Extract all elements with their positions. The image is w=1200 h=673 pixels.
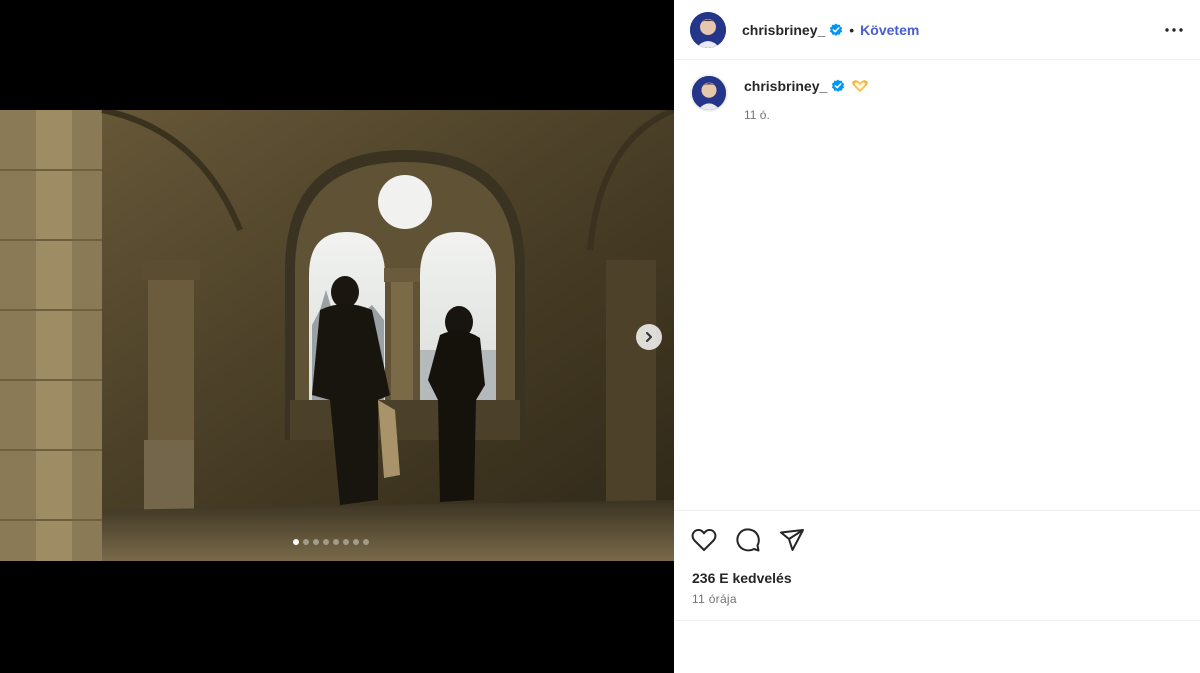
post-details-pane: chrisbriney_ • Követem chrisbriney_ 11 ó… bbox=[674, 0, 1200, 673]
following-button[interactable]: Követem bbox=[860, 22, 919, 38]
avatar-image bbox=[692, 76, 726, 110]
carousel-dot bbox=[323, 539, 329, 545]
carousel-dot bbox=[353, 539, 359, 545]
carousel-dot bbox=[343, 539, 349, 545]
post-header: chrisbriney_ • Követem bbox=[674, 0, 1200, 60]
carousel-dot bbox=[313, 539, 319, 545]
caption-username-link[interactable]: chrisbriney_ bbox=[744, 78, 827, 94]
heart-hands-emoji bbox=[851, 79, 869, 93]
comment-area bbox=[674, 620, 1200, 673]
more-options-icon[interactable] bbox=[1162, 18, 1186, 42]
verified-badge-icon bbox=[829, 23, 843, 37]
carousel-indicator bbox=[293, 539, 369, 545]
share-icon[interactable] bbox=[778, 526, 806, 554]
separator-dot: • bbox=[849, 21, 855, 38]
photo-illustration bbox=[0, 110, 674, 561]
caption-avatar[interactable] bbox=[690, 74, 728, 112]
heart-icon[interactable] bbox=[690, 526, 718, 554]
carousel-dot bbox=[363, 539, 369, 545]
likes-count[interactable]: 236 E kedvelés bbox=[692, 570, 792, 586]
carousel-dot bbox=[293, 539, 299, 545]
comment-input[interactable] bbox=[690, 635, 1090, 659]
action-bar: 236 E kedvelés 11 órája bbox=[674, 510, 1200, 622]
media-pane bbox=[0, 0, 674, 673]
caption-block: chrisbriney_ 11 ó. bbox=[690, 74, 869, 122]
comment-icon[interactable] bbox=[734, 526, 762, 554]
avatar[interactable] bbox=[690, 11, 726, 48]
carousel-dot bbox=[333, 539, 339, 545]
caption-timestamp: 11 ó. bbox=[744, 108, 770, 122]
carousel-dot bbox=[303, 539, 309, 545]
verified-badge-icon bbox=[831, 79, 845, 93]
post-timestamp[interactable]: 11 órája bbox=[692, 592, 737, 606]
post-photo[interactable] bbox=[0, 110, 674, 561]
next-slide-button[interactable] bbox=[636, 324, 662, 350]
avatar-image bbox=[690, 11, 726, 48]
chevron-right-icon bbox=[646, 332, 652, 342]
instagram-post-view: chrisbriney_ • Követem chrisbriney_ 11 ó… bbox=[0, 0, 1200, 673]
username-link[interactable]: chrisbriney_ bbox=[742, 22, 825, 38]
